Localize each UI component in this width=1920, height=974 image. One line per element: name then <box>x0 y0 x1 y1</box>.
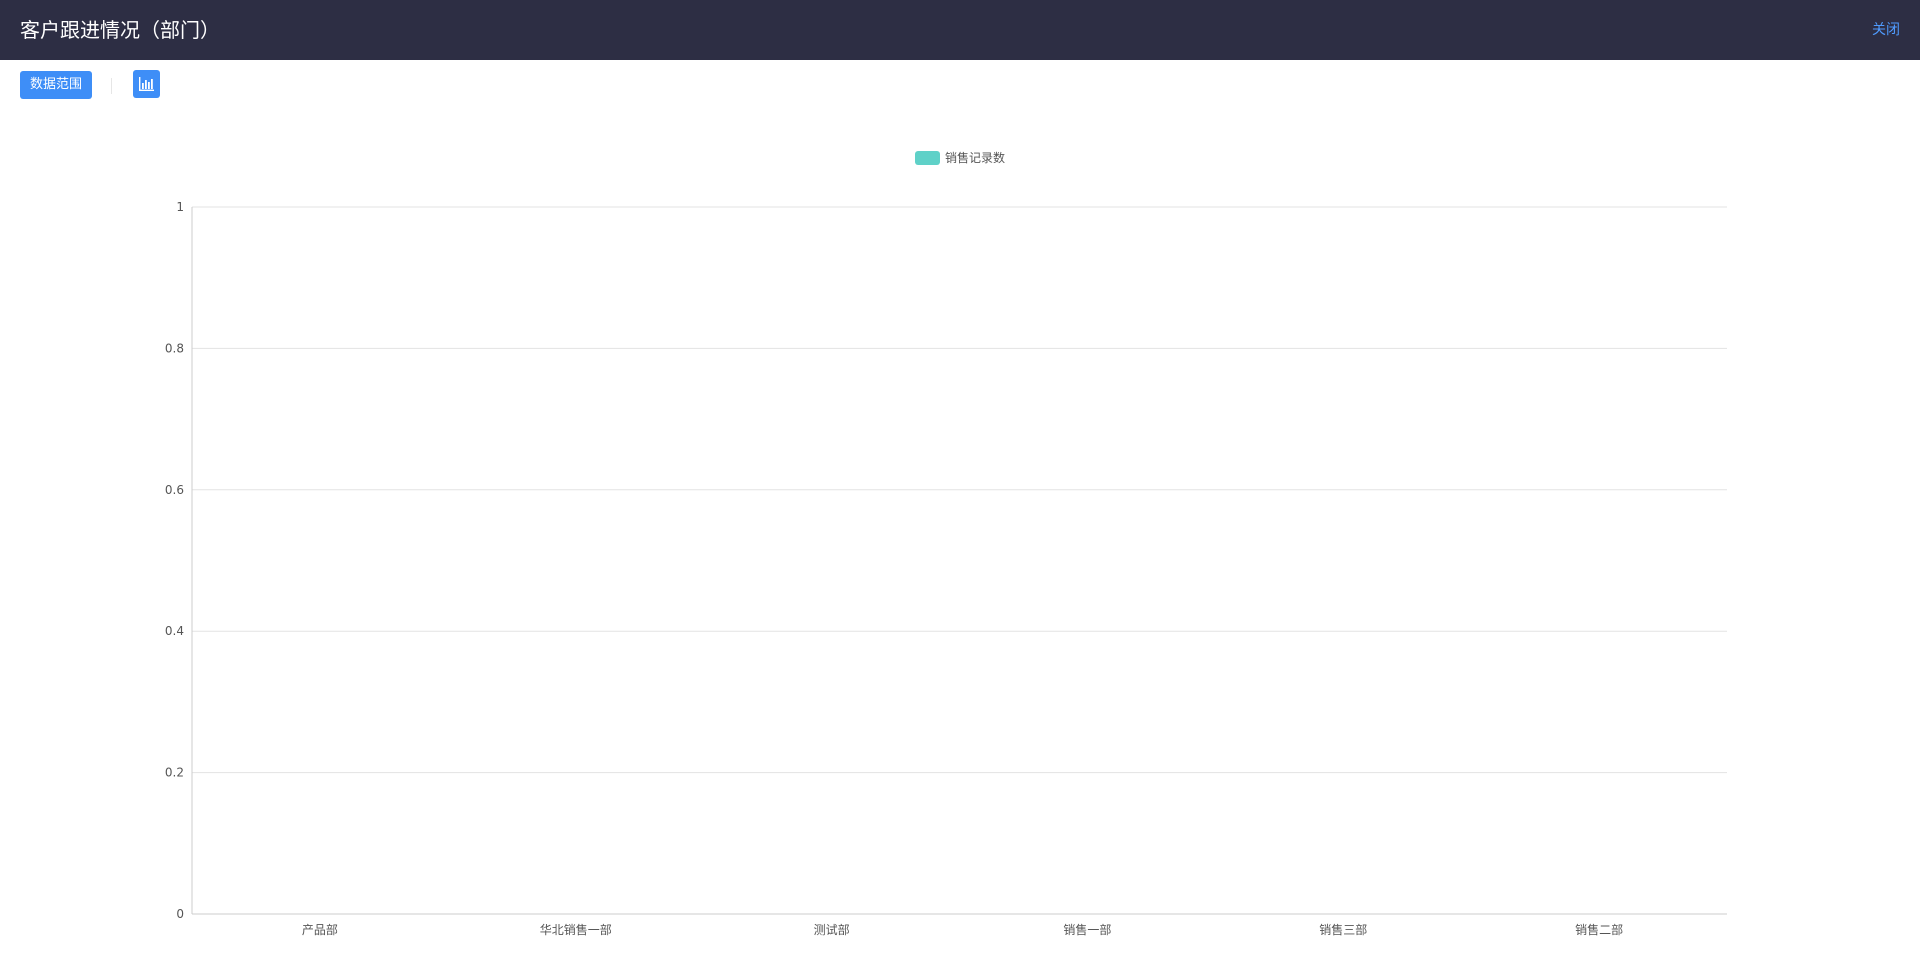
x-tick-label: 华北销售一部 <box>540 922 612 937</box>
close-link[interactable]: 关闭 <box>1872 0 1900 60</box>
toolbar: 数据范围 <box>0 60 1920 108</box>
y-tick-label: 0.6 <box>165 483 184 497</box>
chart-grid <box>192 206 1727 915</box>
x-tick-label: 产品部 <box>302 922 338 937</box>
y-tick-label: 0.4 <box>165 624 184 638</box>
chart-legend[interactable]: 销售记录数 <box>915 150 1005 165</box>
y-tick-label: 0.8 <box>165 341 184 355</box>
y-axis: 0 0.2 0.4 0.6 0.8 1 <box>165 200 193 921</box>
page-title: 客户跟进情况（部门） <box>20 18 220 42</box>
chart-area: 销售记录数 0 0.2 0.4 0.6 0.8 1 产品部 华北销售一部 测试部 销售一部 销售三… <box>0 108 1920 974</box>
y-tick-label: 1 <box>176 200 184 214</box>
x-tick-label: 测试部 <box>814 922 850 937</box>
legend-swatch <box>915 151 940 165</box>
y-tick-label: 0 <box>176 907 184 921</box>
page-header: 客户跟进情况（部门） 关闭 <box>0 0 1920 60</box>
x-axis: 产品部 华北销售一部 测试部 销售一部 销售三部 销售二部 <box>302 922 1623 937</box>
y-tick-label: 0.2 <box>165 766 184 780</box>
x-tick-label: 销售二部 <box>1575 922 1623 937</box>
legend-label: 销售记录数 <box>945 150 1005 165</box>
bar-chart-icon <box>139 77 154 91</box>
chart-toggle-button[interactable] <box>133 70 160 98</box>
data-range-button[interactable]: 数据范围 <box>20 71 92 99</box>
toolbar-divider <box>111 78 112 94</box>
bar-chart: 销售记录数 0 0.2 0.4 0.6 0.8 1 产品部 华北销售一部 测试部 销售一部 销售三… <box>165 150 1727 937</box>
x-tick-label: 销售一部 <box>1063 922 1111 937</box>
x-tick-label: 销售三部 <box>1319 922 1367 937</box>
